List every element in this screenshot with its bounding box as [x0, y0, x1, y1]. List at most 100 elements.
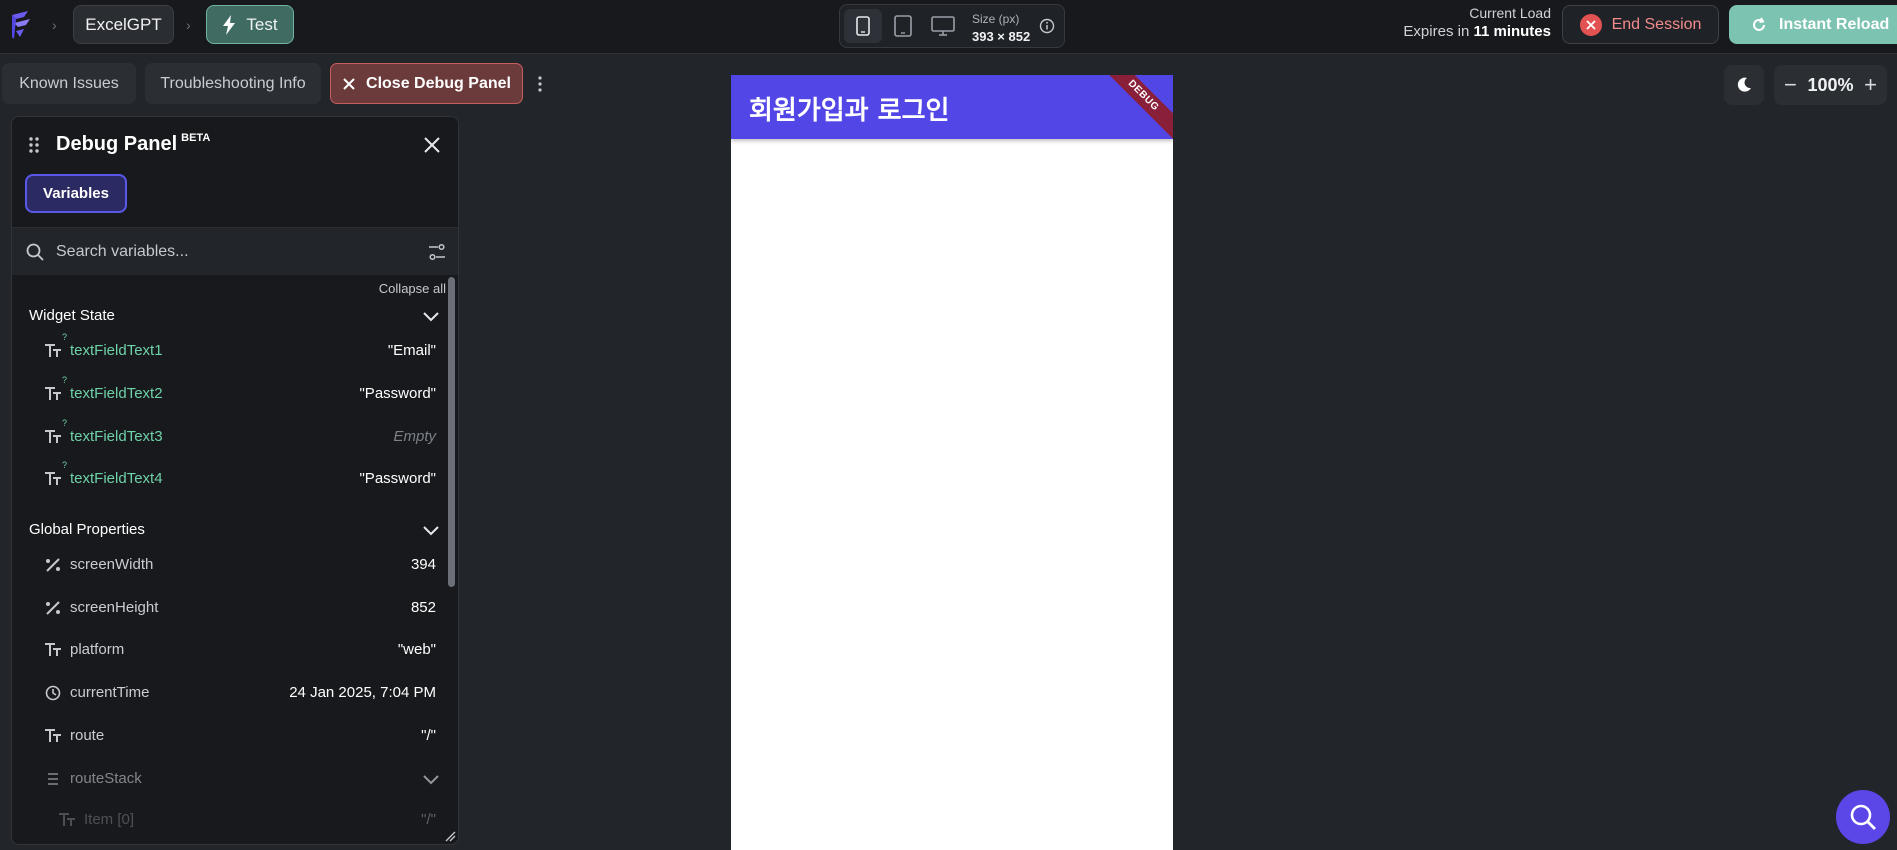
variable-row[interactable]: ? textFieldText3 Empty	[12, 418, 446, 455]
section-global-properties[interactable]: Global Properties	[29, 521, 145, 538]
lightning-icon	[223, 14, 236, 35]
size-label: Size (px)	[972, 12, 1020, 26]
zoom-control: − 100% +	[1774, 65, 1887, 105]
variable-row[interactable]: ? textFieldText4 "Password"	[12, 460, 446, 497]
troubleshooting-label: Troubleshooting Info	[160, 74, 306, 92]
list-icon	[48, 773, 58, 785]
nullable-marker: ?	[62, 332, 68, 342]
variable-name: textFieldText4	[70, 470, 163, 487]
close-circle-icon	[1579, 13, 1602, 36]
variable-row[interactable]: platform "web"	[12, 632, 446, 668]
text-type-icon	[45, 387, 61, 400]
chevron-down-icon[interactable]	[422, 525, 440, 537]
known-issues-button[interactable]: Known Issues	[2, 63, 136, 104]
current-load-label: Current Load	[1469, 5, 1551, 21]
instant-reload-button[interactable]: Instant Reload	[1729, 5, 1897, 44]
branch-chip[interactable]: Test	[206, 5, 294, 44]
variable-name: Item [0]	[84, 811, 135, 828]
variable-value: "Password"	[359, 470, 436, 487]
variable-row[interactable]: ? textFieldText2 "Password"	[12, 375, 446, 412]
mobile-device-button[interactable]	[844, 9, 882, 43]
variable-name: textFieldText3	[70, 428, 163, 445]
variable-row[interactable]: ? textFieldText1 "Email"	[12, 332, 446, 369]
panel-scrollbar[interactable]	[448, 277, 455, 587]
app-bar: 회원가입과 로그인 DEBUG	[731, 75, 1173, 145]
debug-panel-header: Debug Panel BETA Variables	[12, 117, 458, 227]
top-bar: › ExcelGPT › Test Size (px) 393 × 852 Cu…	[0, 0, 1897, 54]
desktop-device-button[interactable]	[924, 9, 962, 43]
refresh-icon	[1753, 17, 1765, 31]
percent-icon	[46, 601, 60, 615]
chevron-down-icon[interactable]	[422, 774, 440, 786]
variables-list: Collapse all Widget State ? textFieldTex…	[12, 275, 446, 844]
troubleshooting-info-button[interactable]: Troubleshooting Info	[145, 63, 321, 104]
collapse-all-button[interactable]: Collapse all	[379, 281, 446, 296]
text-type-icon	[45, 643, 61, 656]
drag-handle-icon[interactable]	[28, 136, 40, 154]
variable-value: 852	[410, 599, 436, 616]
close-icon[interactable]	[422, 135, 442, 155]
breadcrumb-separator-icon: ›	[52, 17, 57, 33]
close-debug-panel-button[interactable]: Close Debug Panel	[330, 63, 523, 104]
beta-badge: BETA	[181, 132, 211, 144]
instant-reload-label: Instant Reload	[1779, 15, 1890, 33]
debug-panel-title-text: Debug Panel	[56, 133, 178, 155]
zoom-in-button[interactable]: +	[1864, 72, 1877, 98]
tab-variables[interactable]: Variables	[25, 174, 127, 213]
branch-name: Test	[246, 14, 278, 34]
variable-row[interactable]: Item [0] "/"	[12, 802, 446, 838]
variable-search-bar	[12, 227, 458, 275]
tablet-device-button[interactable]	[884, 9, 922, 43]
phone-icon	[856, 16, 870, 36]
current-load: Current Load Expires in 11 minutes	[1403, 5, 1551, 40]
support-search-button[interactable]	[1836, 790, 1890, 844]
variable-row[interactable]: route "/"	[12, 718, 446, 754]
nullable-marker: ?	[62, 460, 68, 470]
debug-panel-title: Debug Panel BETA	[56, 132, 210, 156]
resize-handle-icon[interactable]	[444, 830, 456, 842]
zoom-out-button[interactable]: −	[1784, 72, 1797, 98]
text-type-icon	[45, 344, 61, 357]
project-name: ExcelGPT	[85, 14, 162, 34]
flutterflow-logo-icon[interactable]	[8, 9, 36, 41]
expires-value: 11 minutes	[1473, 23, 1551, 40]
text-type-icon	[59, 813, 75, 826]
variable-value: 24 Jan 2025, 7:04 PM	[289, 684, 436, 701]
variable-name: textFieldText2	[70, 385, 163, 402]
variable-value: "Email"	[387, 342, 436, 359]
filter-icon[interactable]	[427, 242, 447, 262]
tab-variables-label: Variables	[43, 185, 109, 202]
nullable-marker: ?	[62, 418, 68, 428]
text-type-icon	[45, 729, 61, 742]
variable-row[interactable]: screenWidth 394	[12, 547, 446, 583]
project-name-chip[interactable]: ExcelGPT	[73, 5, 174, 44]
theme-toggle-button[interactable]	[1724, 65, 1764, 105]
moon-icon	[1737, 77, 1751, 92]
nullable-marker: ?	[62, 375, 68, 385]
info-icon[interactable]	[1039, 18, 1055, 34]
device-preview[interactable]: 회원가입과 로그인 DEBUG	[731, 75, 1173, 850]
variable-row[interactable]: currentTime 24 Jan 2025, 7:04 PM	[12, 675, 446, 711]
search-icon	[1850, 804, 1876, 830]
variable-row[interactable]: routeStack	[12, 761, 446, 797]
tablet-icon	[894, 15, 912, 37]
section-widget-state[interactable]: Widget State	[29, 307, 115, 324]
search-icon	[26, 243, 44, 261]
variable-row[interactable]: screenHeight 852	[12, 590, 446, 626]
close-debug-label: Close Debug Panel	[366, 74, 511, 92]
expires-prefix: Expires in	[1403, 23, 1474, 40]
search-variables-input[interactable]	[56, 239, 386, 265]
text-type-icon	[45, 430, 61, 443]
end-session-label: End Session	[1611, 15, 1702, 33]
variable-value: Empty	[393, 428, 436, 445]
chevron-down-icon[interactable]	[422, 311, 440, 323]
device-selector: Size (px) 393 × 852	[839, 4, 1065, 48]
known-issues-label: Known Issues	[19, 74, 119, 92]
clock-icon	[45, 685, 61, 701]
variable-value: "web"	[397, 641, 436, 658]
size-value: 393 × 852	[972, 29, 1031, 44]
more-options-icon[interactable]	[536, 75, 544, 93]
end-session-button[interactable]: End Session	[1562, 5, 1719, 44]
variable-name: currentTime	[70, 684, 150, 701]
breadcrumb-separator-icon: ›	[186, 17, 191, 33]
